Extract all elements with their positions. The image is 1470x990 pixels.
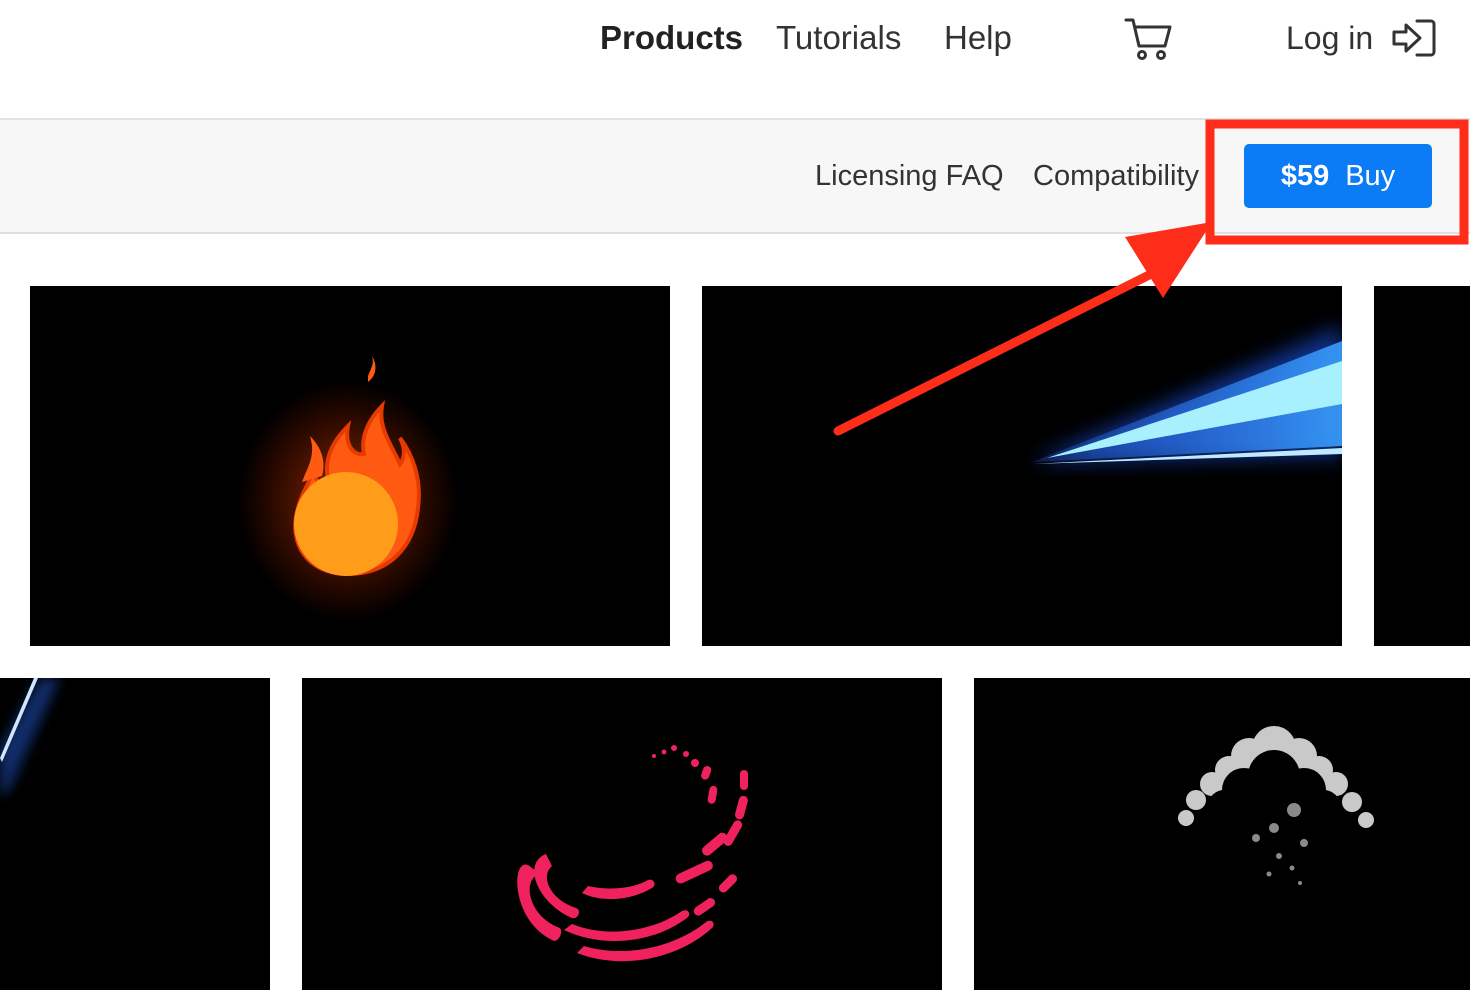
energy-beam-preview[interactable] — [702, 286, 1342, 646]
login-link[interactable]: Log in — [1286, 18, 1437, 58]
fire-effect-preview[interactable] — [30, 286, 670, 646]
pink-swirl-preview[interactable] — [302, 678, 942, 990]
shopping-cart-icon[interactable] — [1124, 16, 1174, 62]
smoke-cloud-preview[interactable] — [974, 678, 1470, 990]
nav-help[interactable]: Help — [944, 18, 1012, 58]
compatibility-link[interactable]: Compatibility — [1033, 156, 1199, 196]
login-label: Log in — [1286, 19, 1374, 56]
effect-preview-partial[interactable] — [1374, 286, 1470, 646]
top-navigation: Products Tutorials Help Log in — [0, 0, 1470, 120]
buy-label: Buy — [1345, 159, 1396, 192]
light-streak-preview[interactable] — [0, 678, 270, 990]
product-subnav: Licensing FAQ Compatibility $59 Buy — [0, 120, 1470, 234]
nav-products[interactable]: Products — [600, 18, 743, 58]
nav-tutorials[interactable]: Tutorials — [776, 18, 901, 58]
buy-button[interactable]: $59 Buy — [1244, 144, 1432, 208]
login-arrow-icon — [1392, 19, 1436, 57]
licensing-faq-link[interactable]: Licensing FAQ — [815, 156, 1004, 196]
buy-price: $59 — [1280, 159, 1330, 192]
